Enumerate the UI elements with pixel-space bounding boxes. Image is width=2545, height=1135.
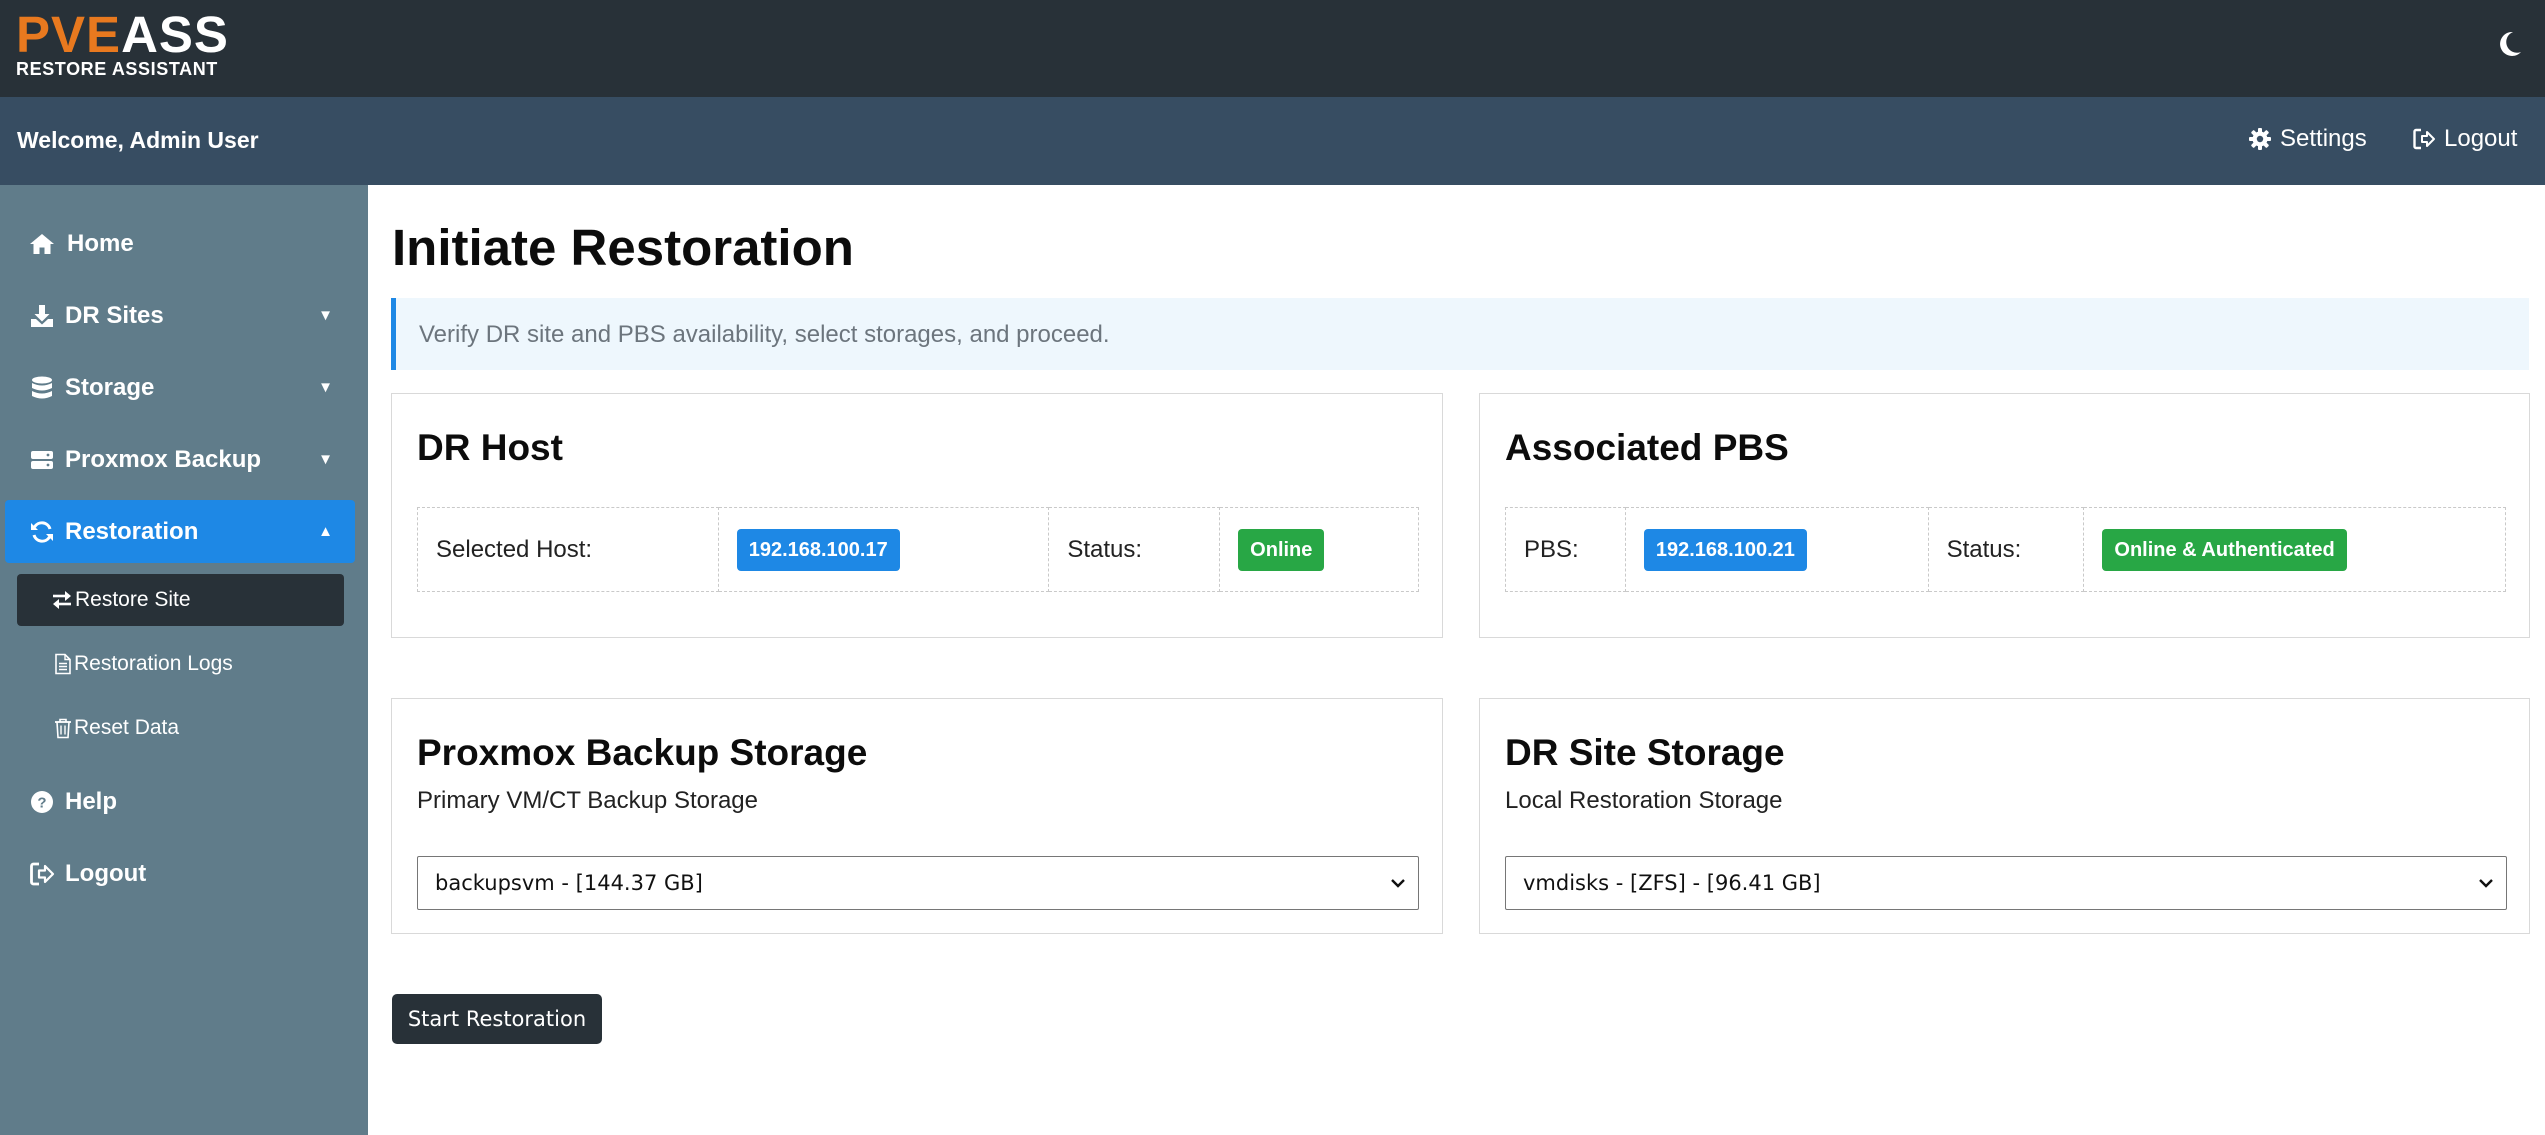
sign-out-icon bbox=[2413, 128, 2435, 150]
card-title: Associated PBS bbox=[1505, 427, 1789, 468]
sidebar-item-label: Home bbox=[67, 229, 134, 257]
select-value: backupsvm - [144.37 GB] bbox=[435, 871, 703, 895]
pbs-table: PBS: 192.168.100.21 Status: Online & Aut… bbox=[1505, 507, 2506, 592]
info-alert: Verify DR site and PBS availability, sel… bbox=[391, 298, 2529, 370]
caret-up-icon: ▲ bbox=[318, 523, 333, 540]
trash-icon bbox=[52, 716, 74, 740]
status-label: Status: bbox=[1048, 507, 1221, 592]
sidebar-item-storage[interactable]: Storage ▼ bbox=[5, 356, 355, 419]
start-restoration-button[interactable]: Start Restoration bbox=[392, 994, 602, 1044]
sidebar-subitem-restore-site[interactable]: Restore Site bbox=[17, 574, 344, 626]
card-title: DR Site Storage bbox=[1505, 732, 1785, 773]
card-title: DR Host bbox=[417, 427, 563, 468]
backup-storage-select[interactable]: backupsvm - [144.37 GB] bbox=[417, 856, 1419, 910]
server-icon bbox=[27, 445, 57, 475]
host-label: Selected Host: bbox=[417, 507, 719, 592]
sidebar-item-label: Logout bbox=[65, 859, 147, 887]
status-badge: Online & Authenticated bbox=[2102, 528, 2347, 571]
sidebar-item-home[interactable]: Home bbox=[5, 212, 355, 275]
sidebar-item-proxmox-backup[interactable]: Proxmox Backup ▼ bbox=[5, 428, 355, 491]
sidebar-subitem-reset-data[interactable]: Reset Data bbox=[17, 702, 344, 754]
sign-out-icon bbox=[27, 859, 57, 889]
file-icon bbox=[52, 652, 74, 676]
dr-storage-select[interactable]: vmdisks - [ZFS] - [96.41 GB] bbox=[1505, 856, 2507, 910]
host-ip-badge: 192.168.100.17 bbox=[736, 528, 900, 571]
sidebar-subitem-label: Restoration Logs bbox=[74, 652, 233, 675]
host-value-cell: 192.168.100.17 bbox=[717, 507, 1050, 592]
sidebar: Home DR Sites ▼ Storage ▼ Proxmox Backup… bbox=[0, 185, 368, 1135]
gear-icon bbox=[2249, 128, 2271, 150]
select-value: vmdisks - [ZFS] - [96.41 GB] bbox=[1523, 871, 1821, 895]
question-circle-icon: ? bbox=[27, 787, 57, 817]
sidebar-item-label: Storage bbox=[65, 373, 155, 401]
user-bar: Welcome, Admin User Settings Logout bbox=[0, 97, 2545, 185]
status-label: Status: bbox=[1927, 507, 2085, 592]
dr-host-table: Selected Host: 192.168.100.17 Status: On… bbox=[417, 507, 1419, 592]
sidebar-subitem-restoration-logs[interactable]: Restoration Logs bbox=[17, 638, 344, 690]
logo-pve: PVE bbox=[16, 6, 122, 63]
dr-host-card: DR Host Selected Host: 192.168.100.17 St… bbox=[391, 393, 1443, 638]
status-value-cell: Online & Authenticated bbox=[2083, 507, 2506, 592]
sidebar-item-logout[interactable]: Logout bbox=[5, 842, 355, 905]
info-text: Verify DR site and PBS availability, sel… bbox=[419, 321, 1110, 348]
logo-subtitle: RESTORE ASSISTANT bbox=[16, 59, 218, 79]
sidebar-item-label: Proxmox Backup bbox=[65, 445, 262, 473]
top-bar: PVEASS RESTORE ASSISTANT bbox=[0, 0, 2545, 97]
logout-label: Logout bbox=[2444, 125, 2518, 152]
sidebar-item-restoration[interactable]: Restoration ▲ bbox=[5, 500, 355, 563]
status-badge: Online bbox=[1238, 528, 1325, 571]
status-value-cell: Online bbox=[1219, 507, 1419, 592]
logo-wordmark: PVEASS bbox=[16, 9, 229, 60]
sidebar-item-label: DR Sites bbox=[65, 301, 164, 329]
caret-down-icon: ▼ bbox=[318, 451, 333, 468]
settings-link[interactable]: Settings bbox=[2248, 125, 2367, 153]
pbs-card: Associated PBS PBS: 192.168.100.21 Statu… bbox=[1479, 393, 2530, 638]
sidebar-item-help[interactable]: ? Help bbox=[5, 770, 355, 833]
database-icon bbox=[27, 373, 57, 403]
caret-down-icon: ▼ bbox=[318, 379, 333, 396]
dr-site-storage-card: DR Site Storage Local Restoration Storag… bbox=[1479, 698, 2530, 934]
sidebar-item-dr-sites[interactable]: DR Sites ▼ bbox=[5, 284, 355, 347]
sidebar-item-label: Help bbox=[65, 787, 118, 815]
settings-label: Settings bbox=[2280, 125, 2367, 152]
header-logout-link[interactable]: Logout bbox=[2412, 125, 2517, 153]
app-logo[interactable]: PVEASS RESTORE ASSISTANT bbox=[16, 9, 229, 80]
sidebar-subitem-label: Restore Site bbox=[75, 588, 191, 611]
chevron-down-icon bbox=[2479, 879, 2493, 888]
dark-mode-toggle[interactable] bbox=[2493, 28, 2525, 60]
sync-icon bbox=[27, 517, 57, 547]
backup-storage-card: Proxmox Backup Storage Primary VM/CT Bac… bbox=[391, 698, 1443, 934]
logo-ass: ASS bbox=[121, 6, 229, 63]
download-icon bbox=[27, 301, 57, 331]
pbs-label: PBS: bbox=[1505, 507, 1626, 592]
home-icon bbox=[27, 229, 57, 259]
sidebar-subitem-label: Reset Data bbox=[74, 716, 180, 739]
pbs-value-cell: 192.168.100.21 bbox=[1624, 507, 1929, 592]
page-title: Initiate Restoration bbox=[392, 219, 854, 276]
pbs-ip-badge: 192.168.100.21 bbox=[1643, 528, 1807, 571]
svg-text:?: ? bbox=[37, 794, 46, 811]
card-subtitle: Local Restoration Storage bbox=[1505, 787, 1783, 814]
exchange-icon bbox=[51, 588, 73, 612]
card-title: Proxmox Backup Storage bbox=[417, 732, 868, 773]
caret-down-icon: ▼ bbox=[318, 307, 333, 324]
moon-icon bbox=[2500, 31, 2521, 56]
card-subtitle: Primary VM/CT Backup Storage bbox=[417, 787, 759, 814]
sidebar-item-label: Restoration bbox=[65, 517, 199, 545]
welcome-text: Welcome, Admin User bbox=[17, 127, 259, 153]
chevron-down-icon bbox=[1391, 879, 1405, 888]
